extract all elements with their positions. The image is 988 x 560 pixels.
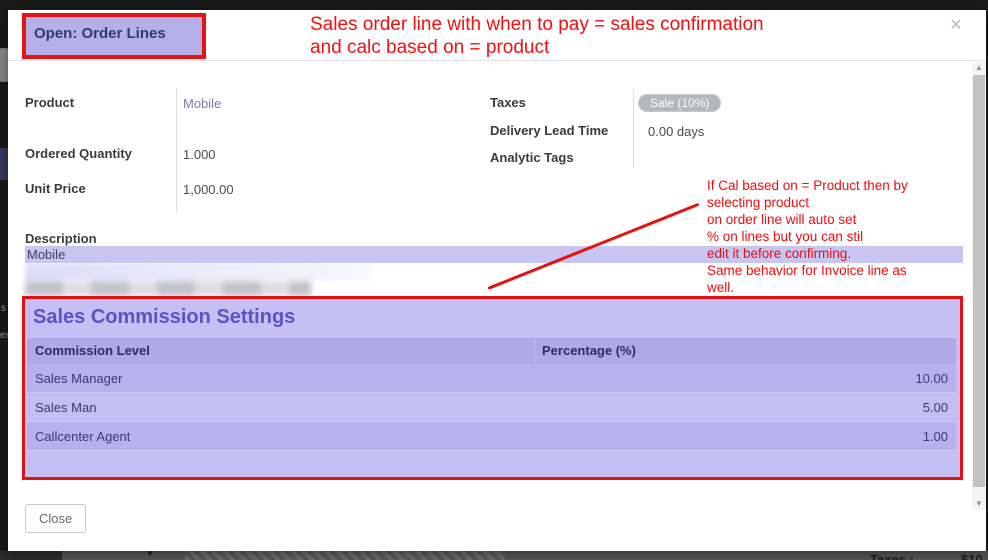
unit-price-value: 1,000.00 [183,182,234,197]
sales-commission-section: Sales Commission Settings Commission Lev… [22,296,963,480]
scrollbar-up-icon[interactable]: ▲ [972,62,986,74]
annotation-side-line: If Cal based on = Product then by [707,177,977,194]
annotation-top-line2: and calc based on = product [310,36,764,59]
commission-table-header: Commission Level Percentage (%) [27,338,956,364]
close-button[interactable]: Close [25,504,86,533]
ordered-quantity-label: Ordered Quantity [25,146,132,161]
tax-pill[interactable]: Sale (10%) [638,94,721,112]
analytic-tags-label: Analytic Tags [490,150,574,165]
background-taxes-value: $10 [961,552,983,560]
annotation-side-line: on order line will auto set [707,211,977,228]
background-left-edge: s es [0,10,8,551]
commission-level-cell: Sales Man [35,400,96,415]
table-row[interactable]: Callcenter Agent 1.00 [27,422,956,451]
modal-header-divider [8,60,986,61]
close-icon[interactable]: × [950,15,962,35]
modal-title-highlight: Open: Order Lines [22,13,206,59]
percentage-column-header: Percentage (%) [542,343,636,358]
page: { "modal": { "title": "Open: Order Lines… [0,0,988,560]
percentage-cell: 10.00 [915,371,948,386]
annotation-side-line: % on lines but you can stil [707,228,977,245]
background-redacted-area [185,551,505,560]
delivery-lead-time-value: 0.00 days [648,124,704,139]
background-accent-block [0,148,8,180]
annotation-side-line: well. [707,279,977,296]
annotation-top-line1: Sales order line with when to pay = sale… [310,13,764,36]
annotation-side: If Cal based on = Product then by select… [707,177,977,296]
commission-level-cell: Sales Manager [35,371,122,386]
taxes-label: Taxes [490,95,526,110]
background-top-bar [0,0,988,10]
percentage-cell: 5.00 [923,400,948,415]
product-label: Product [25,95,74,110]
background-avatar [0,48,8,82]
background-bottom-strip: ▼ Taxes : $10 [0,551,988,560]
table-row[interactable]: Sales Man 5.00 [27,393,956,422]
commission-section-title: Sales Commission Settings [33,306,295,329]
description-blurred-line [25,263,371,281]
taxes-tag[interactable]: Sale (10%) [638,94,721,112]
commission-level-cell: Callcenter Agent [35,429,130,444]
background-taxes-label: Taxes : [870,552,914,560]
annotation-top: Sales order line with when to pay = sale… [310,13,764,59]
dropdown-arrow-icon: ▼ [146,551,154,558]
scrollbar-down-icon[interactable]: ▼ [972,498,986,510]
table-empty-area [27,451,956,476]
description-redacted-line [25,281,311,296]
modal-title: Open: Order Lines [26,17,202,42]
description-label: Description [25,231,97,246]
column-divider [534,338,535,364]
annotation-side-line: edit it before confirming. [707,245,977,262]
background-dark-segment [0,551,62,560]
table-row[interactable]: Sales Manager 10.00 [27,364,956,393]
product-value-link[interactable]: Mobile [183,96,221,111]
percentage-cell: 1.00 [923,429,948,444]
ordered-quantity-value: 1.000 [183,147,216,162]
unit-price-label: Unit Price [25,181,86,196]
background-text-fragment: s [1,303,6,314]
form-column-separator [633,90,634,168]
background-text-fragment: es [0,330,8,341]
annotation-side-line: Same behavior for Invoice line as [707,262,977,279]
commission-level-column-header: Commission Level [35,343,150,358]
form-column-separator [176,88,177,212]
commission-table: Commission Level Percentage (%) Sales Ma… [27,338,956,476]
annotation-side-line: selecting product [707,194,977,211]
delivery-lead-time-label: Delivery Lead Time [490,123,608,138]
